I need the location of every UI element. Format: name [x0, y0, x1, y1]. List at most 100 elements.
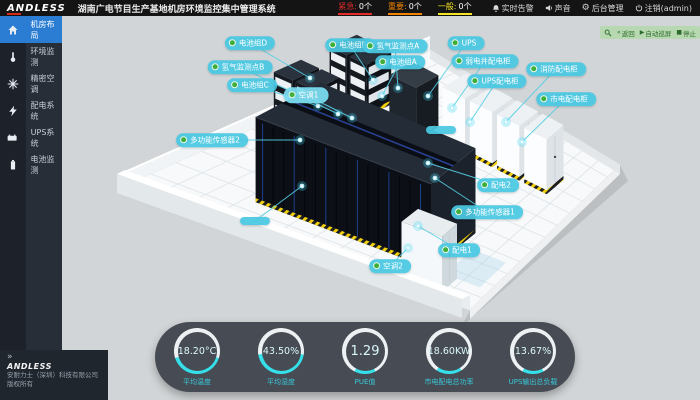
sidebar-item-label: 精密空调	[26, 73, 62, 95]
sidebar-item[interactable]: 机房布局	[0, 16, 62, 43]
gauge-label: 市电配电总功率	[407, 377, 491, 387]
scene-label[interactable]: 消防配电柜	[526, 62, 586, 76]
scene-label-text: 电池组D	[239, 39, 267, 47]
gauge: 13.67%UPS输出总负载	[491, 322, 575, 392]
power-icon	[635, 4, 643, 12]
scene-label[interactable]: 多功能传感器1	[451, 205, 523, 219]
home-icon	[0, 24, 26, 36]
header-actions: 实时告警声音 ⚙后台管理注销(admin)	[492, 3, 692, 14]
scene-label[interactable]	[426, 126, 456, 134]
action-power[interactable]: 注销(admin)	[635, 3, 692, 14]
battery-icon	[0, 159, 26, 171]
status-dot-icon	[442, 247, 449, 254]
sidebar-item[interactable]: 精密空调	[0, 70, 62, 97]
scene-label[interactable]: 多功能传感器2	[176, 133, 248, 147]
zoom-icon[interactable]	[604, 29, 612, 37]
gauge-value: 43.50%	[263, 346, 299, 357]
action-label: 实时告警	[502, 3, 534, 14]
scene-label[interactable]: 弱电井配电柜	[452, 54, 519, 68]
gauge-ring: 43.50%	[258, 328, 304, 374]
sidebar-footer: » ANDLESS 安耐力士（深圳）科技有限公司 版权所有	[0, 350, 108, 400]
sidebar-item[interactable]: 电池监测	[0, 151, 62, 178]
footer-copyright: 版权所有	[7, 380, 101, 389]
action-label: 后台管理	[592, 3, 624, 14]
gauge-ring: 1.29	[342, 328, 388, 374]
action-bell[interactable]: 实时告警	[492, 3, 534, 14]
scene-label-text: 配电1	[452, 246, 472, 254]
scene-label[interactable]: UPS	[448, 36, 485, 50]
sidebar-item-label: 电池监测	[26, 154, 62, 176]
header-bar: ANDLESS 湖南广电节目生产基地机房环境监控集中管理系统 紧急:0个重要:0…	[0, 0, 700, 16]
gauge-ring: 18.60KW	[426, 328, 472, 374]
status-dot-icon	[367, 43, 374, 50]
bolt-icon	[0, 105, 26, 117]
alarm-stat: 紧急:0个	[338, 1, 372, 15]
scene-label-text: 多功能传感器2	[190, 136, 240, 144]
ups-battery-icon	[0, 132, 26, 144]
status-dot-icon	[289, 92, 296, 99]
thermometer-icon	[0, 51, 26, 63]
scene-label-text: UPS配电柜	[481, 77, 518, 85]
toolbar-item[interactable]: ▶自动巡屏	[640, 28, 672, 38]
sidebar: 机房布局环境监测精密空调配电系统UPS系统电池监测	[0, 16, 62, 400]
sidebar-item[interactable]: UPS系统	[0, 124, 62, 151]
scene-label[interactable]: 电池组A	[375, 55, 425, 69]
action-speaker[interactable]: 声音	[545, 3, 571, 14]
alarm-summary: 紧急:0个重要:0个一般:0个	[338, 1, 471, 15]
scene-label[interactable]	[240, 217, 270, 225]
scene-label-text: UPS	[462, 39, 477, 47]
scene-label[interactable]: 电池组C	[227, 78, 277, 92]
scene-label-text: 配电2	[491, 181, 511, 189]
status-dot-icon	[530, 66, 537, 73]
scene-label-text: 空调1	[299, 91, 319, 99]
status-dot-icon	[329, 42, 336, 49]
status-dot-icon	[471, 78, 478, 85]
action-gear[interactable]: ⚙后台管理	[582, 3, 624, 14]
scene-label[interactable]: 配电1	[438, 243, 480, 257]
gauge-value: 18.20°C	[178, 346, 217, 357]
status-dot-icon	[231, 82, 238, 89]
scene-label-text: 氢气监测点B	[222, 63, 265, 71]
scene-label[interactable]: 空调1	[284, 87, 329, 103]
alarm-count: 0个	[459, 2, 472, 11]
alarm-count: 0个	[359, 2, 372, 11]
toolbar-item[interactable]: «返回	[617, 28, 635, 38]
scene-toolbar: «返回 ▶自动巡屏 ■停止	[600, 26, 700, 39]
scene-label[interactable]: 市电配电柜	[536, 92, 596, 106]
scene-label[interactable]: 空调2	[369, 259, 411, 273]
status-dot-icon	[455, 209, 462, 216]
sidebar-item-label: 配电系统	[26, 100, 62, 122]
scene-label-text: 多功能传感器1	[465, 208, 515, 216]
brand-logo: ANDLESS	[7, 3, 66, 14]
scene-label[interactable]: 氢气监测点B	[208, 60, 273, 74]
status-dot-icon	[379, 59, 386, 66]
footer-company: 安耐力士（深圳）科技有限公司	[7, 371, 101, 380]
speaker-icon	[545, 4, 553, 12]
alarm-stat: 一般:0个	[438, 1, 472, 15]
gauge-label: 平均温度	[155, 377, 239, 387]
scene-label[interactable]: 氢气监测点A	[363, 39, 428, 53]
scene-label-text: 弱电井配电柜	[466, 57, 511, 65]
bell-icon	[492, 4, 500, 13]
gauge-ring: 13.67%	[510, 328, 556, 374]
scene-label-text: 消防配电柜	[540, 65, 578, 73]
toolbar-label: 自动巡屏	[645, 28, 671, 38]
sidebar-item[interactable]: 配电系统	[0, 97, 62, 124]
footer-brand-logo: ANDLESS	[7, 362, 101, 371]
sidebar-item[interactable]: 环境监测	[0, 43, 62, 70]
scene-label[interactable]: 配电2	[477, 178, 519, 192]
toolbar-label: 停止	[683, 28, 696, 38]
scene-label[interactable]: 电池组D	[225, 36, 275, 50]
alarm-stat: 重要:0个	[388, 1, 422, 15]
gauge: 43.50%平均湿度	[239, 322, 323, 392]
status-dot-icon	[452, 40, 459, 47]
alarm-label: 重要:	[388, 2, 407, 11]
sidebar-item-label: 环境监测	[26, 46, 62, 68]
toolbar-item[interactable]: ■停止	[676, 28, 696, 38]
scene-label-text: 空调2	[383, 262, 403, 270]
scene-label-text: 氢气监测点A	[377, 42, 420, 50]
status-dot-icon	[212, 64, 219, 71]
scene-label[interactable]: UPS配电柜	[467, 74, 526, 88]
scene-label-text: 市电配电柜	[550, 95, 588, 103]
scene-label-text: 电池组A	[389, 58, 417, 66]
